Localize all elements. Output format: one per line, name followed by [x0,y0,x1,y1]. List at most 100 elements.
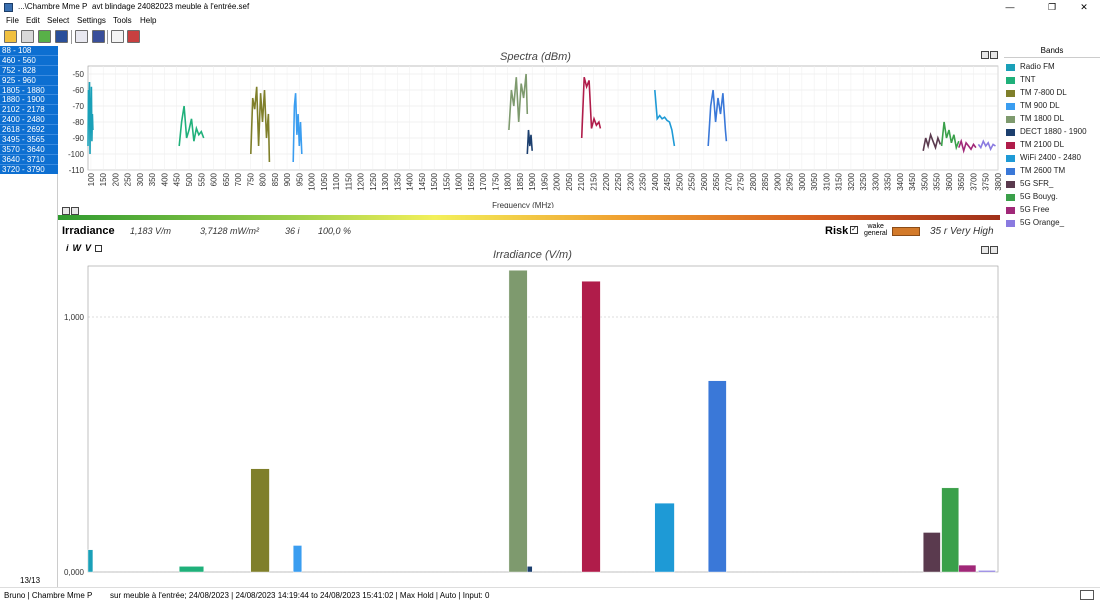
unit-v-toggle[interactable]: V [85,243,91,253]
menu-bar: File Edit Select Settings Tools Help [0,15,1100,27]
band-list-item[interactable]: 3570 - 3640 [0,145,58,155]
irradiance-bar [292,545,302,573]
band-list-item[interactable]: 460 - 560 [0,56,58,66]
irradiance-vm: 1,183 V/m [130,226,172,236]
irradiance-mw: 3,7128 mW/m² [200,226,260,236]
spectra-x-tick: 2900 [773,172,782,190]
unit-checkbox[interactable] [95,245,103,253]
table-icon[interactable] [127,30,140,43]
spectra-x-tick: 2650 [712,172,721,190]
spectra-x-tick: 400 [160,172,169,186]
spectra-x-tick: 2450 [663,172,672,190]
spectra-x-tick: 3350 [884,172,893,190]
band-list-item[interactable]: 1805 - 1880 [0,86,58,96]
legend-swatch [1006,194,1015,201]
legend-label: 5G Orange_ [1020,218,1065,227]
status-info: sur meuble à l'entrée; 24/08/2023 | 24/0… [110,591,490,600]
legend-swatch [1006,103,1015,110]
band-list-item[interactable]: 2618 - 2692 [0,125,58,136]
legend-swatch [1006,181,1015,188]
minimize-button[interactable]: — [992,0,1028,15]
spectra-x-tick: 2600 [700,172,709,190]
legend-swatch [1006,129,1015,136]
spectra-x-tick: 2200 [602,172,611,190]
spectra-x-tick: 3250 [859,172,868,190]
save-as-icon[interactable] [92,30,105,43]
irradiance-bar [87,549,94,573]
irradiance-bar [654,502,675,573]
spectra-x-tick: 3550 [933,172,942,190]
spectra-x-tick: 3650 [957,172,966,190]
spectra-x-tick: 3500 [920,172,929,190]
refresh-icon[interactable] [38,30,51,43]
menu-file[interactable]: File [6,16,19,25]
spectra-save-icon[interactable] [990,51,998,59]
irradiance-save-icon[interactable] [990,246,998,254]
spectra-y-tick: -110 [69,166,85,175]
spectra-x-tick: 2750 [737,172,746,190]
legend-label: TNT [1020,75,1036,84]
spectra-x-tick: 1000 [308,172,317,190]
band-list-item[interactable]: 925 - 960 [0,76,58,86]
band-list-item[interactable]: 752 - 828 [0,66,58,76]
spectra-x-tick: 1300 [381,172,390,190]
maximize-button[interactable]: ❐ [1034,0,1070,15]
band-list-item[interactable]: 2400 - 2480 [0,115,58,126]
status-user: Bruno | Chambre Mme P [4,591,93,600]
irradiance-label: Irradiance [62,225,115,237]
legend-swatch [1006,155,1015,162]
spectra-x-tick: 2350 [639,172,648,190]
toolbar [0,28,1100,46]
menu-tools[interactable]: Tools [113,16,132,25]
band-list-item[interactable]: 1880 - 1900 [0,95,58,106]
band-list-item[interactable]: 88 - 108 [0,46,58,56]
band-list-item[interactable]: 3495 - 3565 [0,135,58,145]
report-icon[interactable] [75,30,88,43]
list-icon[interactable] [111,30,124,43]
spectra-x-tick: 2300 [626,172,635,190]
band-list-item[interactable]: 2102 - 2178 [0,105,58,116]
spectra-x-tick: 3400 [896,172,905,190]
irradiance-bar [978,570,996,573]
menu-edit[interactable]: Edit [26,16,40,25]
legend-label: 5G Bouyg. [1020,192,1058,201]
menu-settings[interactable]: Settings [77,16,106,25]
spectra-x-tick: 650 [222,172,231,186]
unit-i-toggle[interactable]: i [66,243,69,253]
spectra-buttons [981,51,1001,60]
chart-icon[interactable] [62,207,70,215]
spectra-x-tick: 2950 [786,172,795,190]
spectra-x-tick: 950 [295,172,304,186]
spectra-x-tick: 900 [283,172,292,186]
wake-checkbox[interactable]: ✓ [850,226,858,234]
toolbar-separator [71,30,72,44]
spectra-copy-icon[interactable] [981,51,989,59]
irradiance-y-tick: 1,000 [64,313,85,322]
save-icon[interactable] [55,30,68,43]
unit-toggles: iWV [66,243,106,253]
legend-label: TM 2100 DL [1020,140,1065,149]
irradiance-y-tick: 0,000 [64,568,85,577]
risk-value: 35 r Very High [930,226,994,237]
spectra-x-tick: 2050 [565,172,574,190]
open-folder-icon[interactable] [4,30,17,43]
spectra-x-tick: 3050 [810,172,819,190]
irradiance-copy-icon[interactable] [981,246,989,254]
wake-general-label: wake general [864,223,887,237]
menu-select[interactable]: Select [47,16,69,25]
keyboard-icon[interactable] [1080,590,1094,600]
edit-icon[interactable] [21,30,34,43]
risk-gradient-bar [58,215,1000,220]
legend-swatch [1006,207,1015,214]
zoom-icon[interactable] [71,207,79,215]
irradiance-bar [958,564,977,573]
band-list-item[interactable]: 3640 - 3710 [0,155,58,165]
close-button[interactable]: ✕ [1066,0,1100,15]
unit-w-toggle[interactable]: W [73,243,82,253]
spectra-x-tick: 1750 [491,172,500,190]
legend-swatch [1006,77,1015,84]
spectra-x-tick: 1350 [393,172,402,190]
spectra-y-tick: -90 [72,134,84,143]
menu-help[interactable]: Help [140,16,156,25]
band-count: 13/13 [20,576,41,585]
